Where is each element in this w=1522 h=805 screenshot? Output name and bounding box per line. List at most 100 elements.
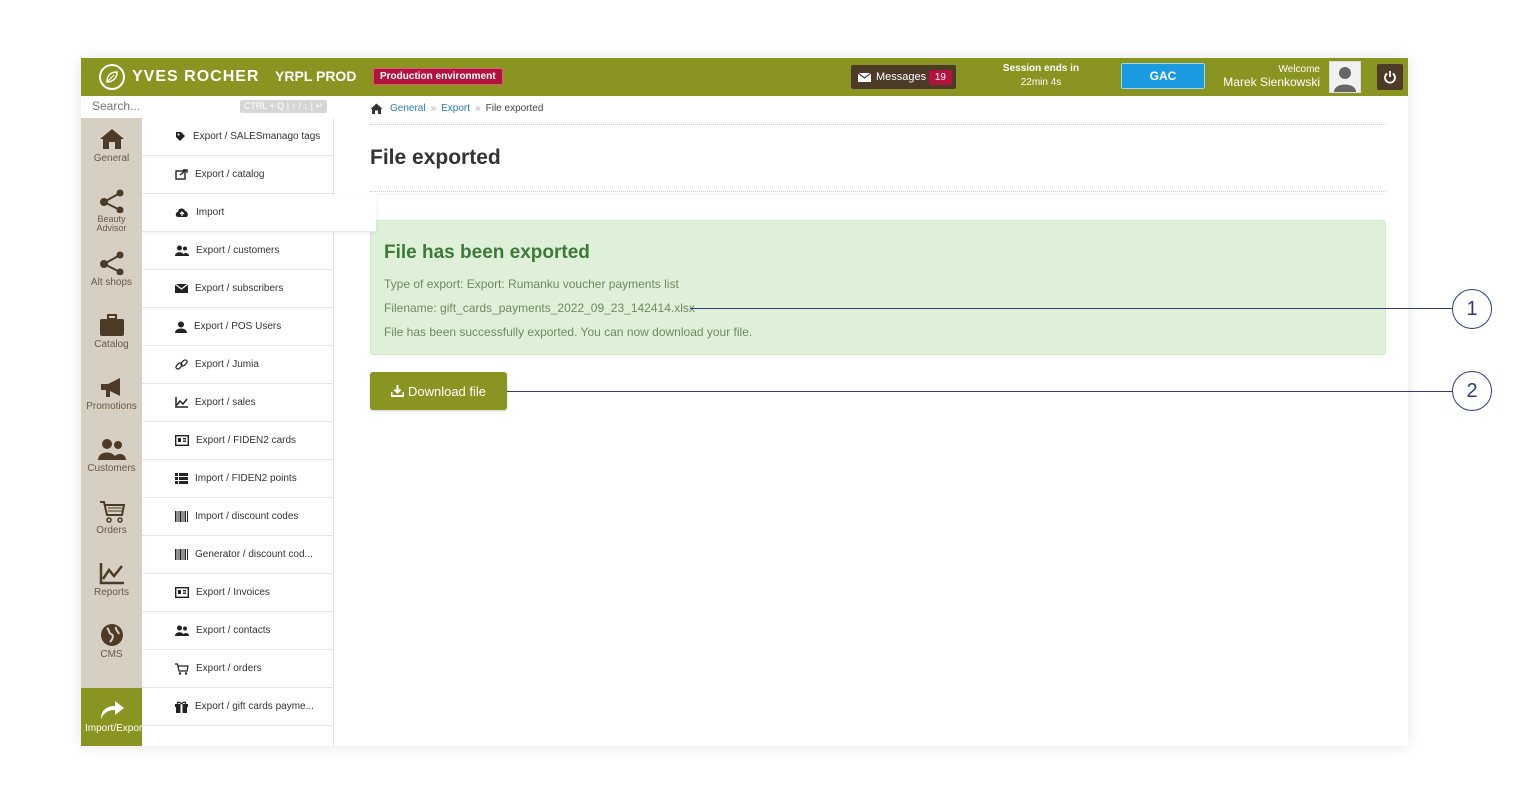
sidebar-item-beauty-advisor[interactable]: Beauty Advisor: [81, 180, 142, 242]
success-alert: File has been exported Type of export: E…: [370, 220, 1386, 355]
chart-icon: [175, 397, 188, 408]
messages-button[interactable]: Messages 19: [851, 65, 956, 89]
sidebar-item-orders[interactable]: Orders: [81, 490, 142, 552]
submenu-item[interactable]: Export / POS Users: [142, 308, 333, 346]
breadcrumb-separator: »: [475, 103, 481, 114]
sidebar-item-reports[interactable]: Reports: [81, 552, 142, 614]
breadcrumb-link-export[interactable]: Export: [441, 103, 470, 114]
instance-name: YRPL PROD: [275, 68, 357, 84]
callout-line-2: [507, 391, 1452, 392]
sidebar-item-label: Customers: [87, 463, 136, 474]
submenu-item-label: Import: [196, 207, 225, 218]
user-avatar-icon[interactable]: [1329, 61, 1361, 93]
users-icon: [175, 245, 189, 256]
search-input[interactable]: [92, 99, 232, 113]
breadcrumb-link-general[interactable]: General: [390, 103, 426, 114]
submenu-item-label: Export / contacts: [196, 625, 271, 636]
cart-icon: [175, 662, 189, 675]
submenu-item[interactable]: Export / catalog: [142, 156, 333, 194]
logout-button[interactable]: [1377, 64, 1403, 90]
submenu-item[interactable]: Export / gift cards payme...: [142, 688, 333, 726]
submenu-item-label: Export / gift cards payme...: [195, 701, 314, 712]
sidebar-item-label: Orders: [96, 525, 127, 536]
sidebar-item-cms[interactable]: CMS: [81, 614, 142, 676]
envelope-icon: [858, 72, 871, 82]
brand-logo[interactable]: YVES ROCHER: [99, 63, 259, 91]
page-title: File exported: [370, 146, 501, 169]
link-icon: [175, 359, 188, 370]
cloud-upload-icon: [175, 208, 188, 217]
submenu-item[interactable]: Export / Invoices: [142, 574, 333, 612]
submenu-item[interactable]: Export / FIDEN2 cards: [142, 422, 333, 460]
submenu-item-import[interactable]: Import: [142, 194, 376, 232]
import-export-submenu: Export / SALESmanago tags Export / catal…: [142, 118, 376, 746]
breadcrumb-current: File exported: [485, 103, 544, 114]
list-icon: [175, 473, 188, 484]
tag-icon: [176, 132, 185, 141]
session-label: Session ends in: [1002, 63, 1080, 74]
sidebar-item-general[interactable]: General: [81, 118, 142, 180]
id-card-icon: [175, 435, 189, 446]
submenu-item[interactable]: Export / orders: [142, 650, 333, 688]
submenu-item[interactable]: Export / Jumia: [142, 346, 333, 384]
welcome-block: Welcome Marek Sienkowski: [1223, 63, 1320, 89]
submenu-item-label: Export / subscribers: [195, 283, 284, 294]
sidebar-item-alt-shops[interactable]: Alt shops: [81, 242, 142, 304]
sidebar-item-label: General: [93, 153, 130, 164]
share-nodes-icon: [99, 189, 123, 213]
chart-icon: [99, 563, 124, 585]
submenu-item-label: Export / orders: [196, 663, 262, 674]
submenu-item[interactable]: Generator / discount cod...: [142, 536, 333, 574]
gift-icon: [175, 701, 188, 713]
id-card-icon: [175, 587, 189, 598]
app-window: YVES ROCHER YRPL PROD Production environ…: [81, 58, 1408, 746]
session-remaining: 22min 4s: [1020, 77, 1062, 88]
download-file-button[interactable]: Download file: [370, 372, 507, 410]
gac-button[interactable]: GAC: [1121, 63, 1205, 89]
submenu-item[interactable]: Export / contacts: [142, 612, 333, 650]
sidebar-item-label: Reports: [93, 587, 129, 598]
cart-icon: [99, 501, 125, 523]
title-divider: [370, 194, 1386, 195]
submenu-item[interactable]: Export / sales: [142, 384, 333, 422]
submenu-item[interactable]: Import / discount codes: [142, 498, 333, 536]
download-icon: [390, 385, 404, 397]
submenu-item-label: Generator / discount cod...: [195, 549, 313, 560]
barcode-icon: [175, 511, 188, 522]
submenu-item[interactable]: Export / SALESmanago tags: [142, 118, 333, 156]
callout-marker-2: 2: [1452, 371, 1492, 411]
breadcrumb-divider: [370, 124, 1386, 125]
barcode-icon: [175, 549, 188, 560]
sidebar-item-label: CMS: [100, 649, 123, 660]
submenu-item-label: Export / catalog: [195, 169, 265, 180]
power-icon: [1384, 71, 1396, 84]
share-arrow-icon: [100, 701, 124, 719]
share-nodes-icon: [99, 251, 123, 275]
home-icon: [370, 103, 383, 114]
submenu-item[interactable]: Export / customers: [142, 232, 333, 270]
submenu-item-label: Export / Invoices: [196, 587, 270, 598]
submenu-item[interactable]: Export / subscribers: [142, 270, 333, 308]
submenu-item-label: Import / FIDEN2 points: [195, 473, 297, 484]
megaphone-icon: [100, 378, 120, 397]
submenu-item[interactable]: Import / FIDEN2 points: [142, 460, 333, 498]
callout-line-1: [690, 308, 1452, 309]
success-message: File has been successfully exported. You…: [384, 325, 753, 339]
envelope-icon: [175, 284, 188, 293]
sidebar-item-label: Catalog: [94, 339, 129, 350]
main-sidebar: General Beauty Advisor Alt shops Catalog…: [81, 118, 145, 746]
submenu-item-label: Export / customers: [196, 245, 280, 256]
submenu-item-label: Export / sales: [195, 397, 256, 408]
sidebar-item-catalog[interactable]: Catalog: [81, 304, 142, 366]
submenu-item-label: Export / SALESmanago tags: [193, 131, 321, 142]
sidebar-item-import-export[interactable]: Import/Export: [81, 688, 145, 746]
download-button-label: Download file: [407, 383, 487, 399]
sidebar-item-promotions[interactable]: Promotions: [81, 366, 142, 428]
sidebar-item-customers[interactable]: Customers: [81, 428, 142, 490]
submenu-item-label: Export / POS Users: [194, 321, 282, 332]
user-icon: [175, 321, 187, 333]
user-name[interactable]: Marek Sienkowski: [1223, 76, 1320, 89]
globe-icon: [100, 624, 123, 646]
leaf-logo-icon: [99, 64, 125, 90]
submenu-item-label: Import / discount codes: [195, 511, 299, 522]
